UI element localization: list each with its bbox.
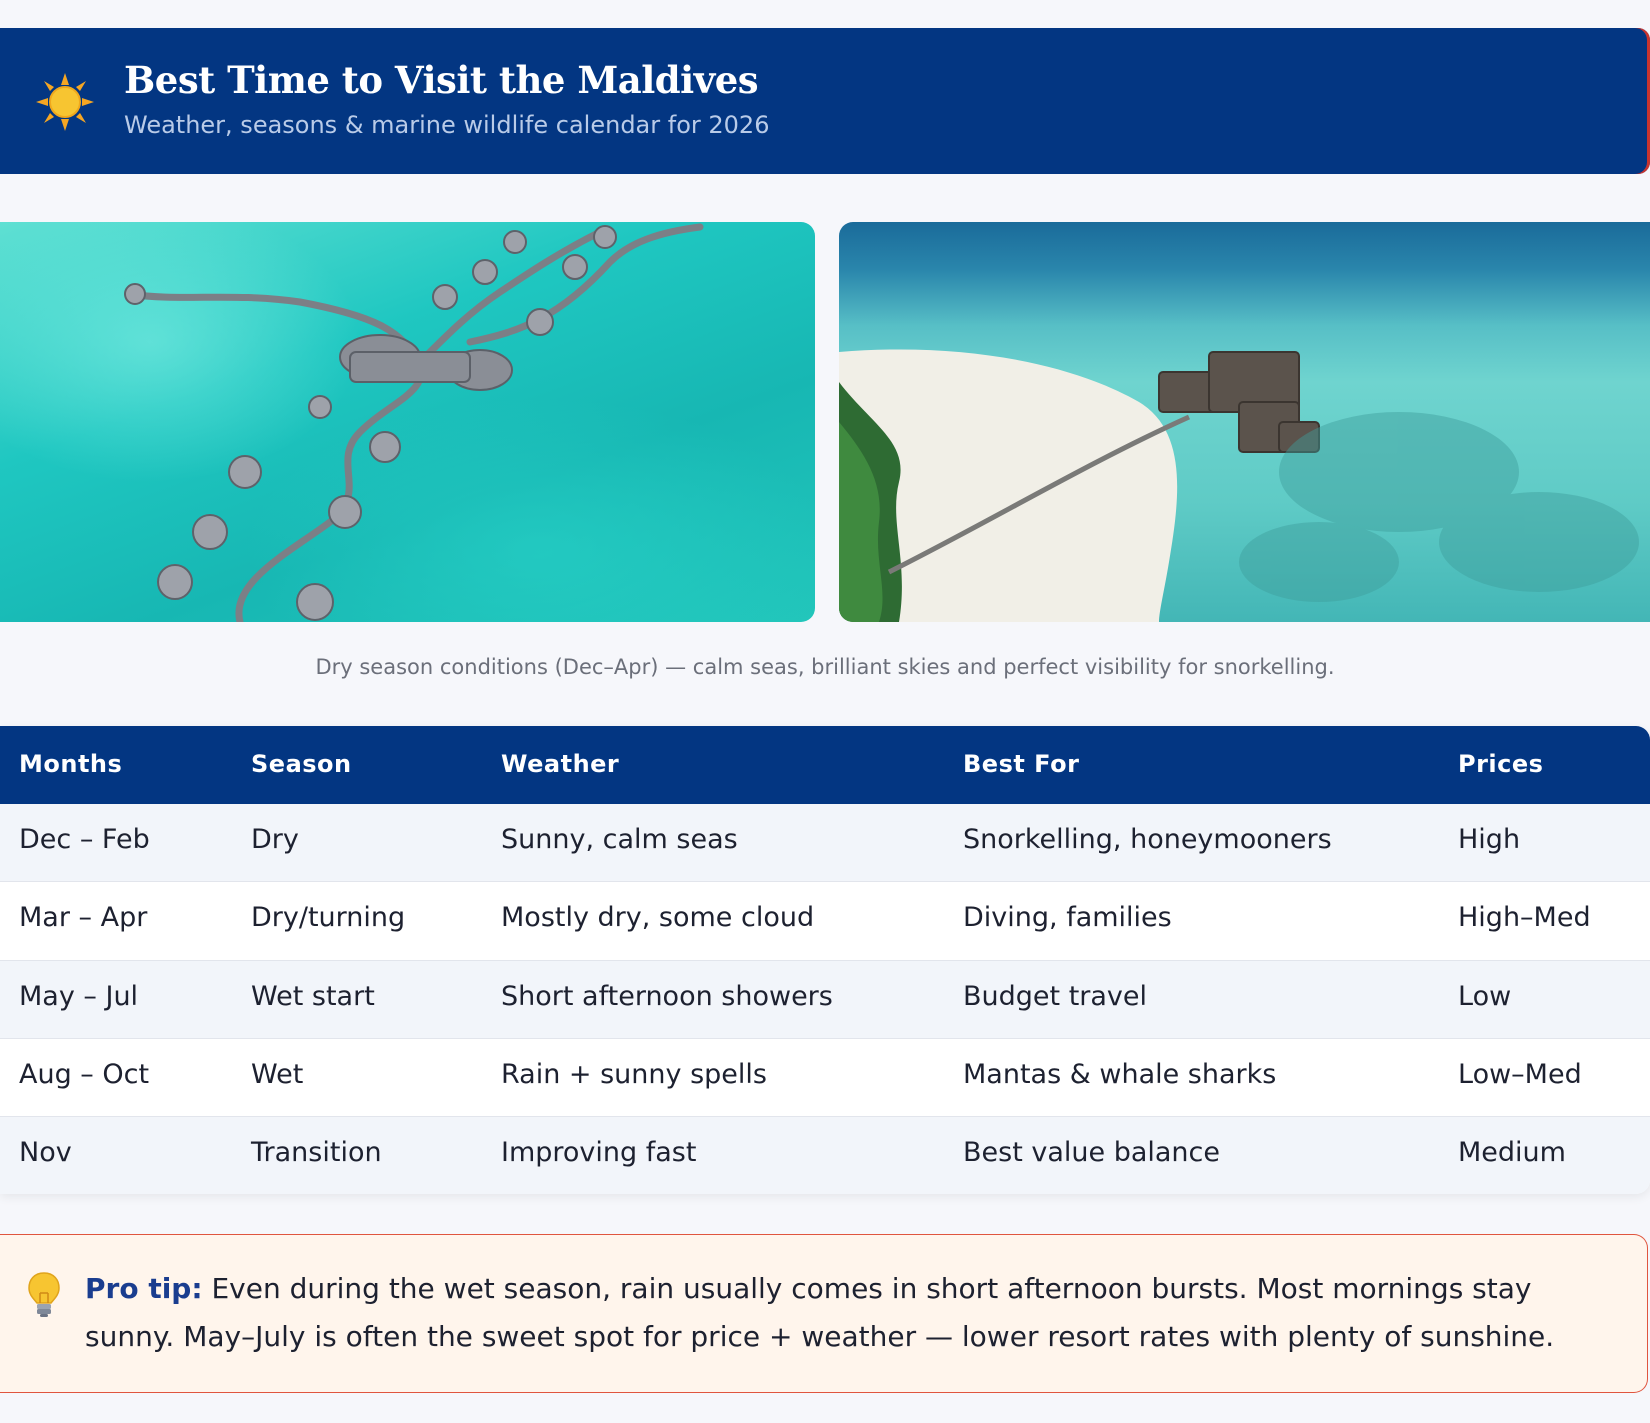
photo-island-resort [839,222,1650,622]
photo-overwater-villas [0,222,815,622]
cell-weather: Short afternoon showers [501,981,833,1012]
column-header-months: Months [19,750,123,778]
pro-tip-text: Pro tip: Even during the wet season, rai… [85,1265,1625,1361]
cell-months: Aug – Oct [19,1059,150,1090]
page-title: Best Time to Visit the Maldives [124,58,759,102]
cell-prices: Medium [1458,1137,1566,1168]
page: Best Time to Visit the Maldives Weather,… [0,0,1650,1423]
cell-best-for: Diving, families [963,902,1172,933]
cell-season: Wet [251,1059,304,1090]
header-banner: Best Time to Visit the Maldives Weather,… [0,28,1650,174]
cell-season: Transition [251,1137,382,1168]
cell-months: Nov [19,1137,72,1168]
table-row: Dec – Feb Dry Sunny, calm seas Snorkelli… [0,804,1650,881]
page-subtitle: Weather, seasons & marine wildlife calen… [124,111,770,139]
column-header-season: Season [251,750,352,778]
cell-best-for: Best value balance [963,1137,1221,1168]
column-header-weather: Weather [501,750,620,778]
cell-prices: High [1458,824,1521,855]
cell-season: Dry/turning [251,902,406,933]
cell-prices: High–Med [1458,902,1591,933]
cell-prices: Low–Med [1458,1059,1582,1090]
column-header-best-for: Best For [963,750,1080,778]
table-header: Months Season Weather Best For Prices [0,726,1650,804]
sun-icon [36,73,94,131]
column-header-prices: Prices [1458,750,1544,778]
cell-season: Wet start [251,981,375,1012]
pro-tip-body: Even during the wet season, rain usually… [85,1272,1555,1353]
lightbulb-icon [28,1272,60,1317]
seasons-table: Months Season Weather Best For Prices De… [0,726,1650,1194]
cell-months: May – Jul [19,981,139,1012]
table-row: Nov Transition Improving fast Best value… [0,1116,1650,1194]
cell-weather: Rain + sunny spells [501,1059,767,1090]
cell-best-for: Budget travel [963,981,1148,1012]
table-row: May – Jul Wet start Short afternoon show… [0,960,1650,1038]
pro-tip-box: Pro tip: Even during the wet season, rai… [0,1234,1648,1393]
table-row: Aug – Oct Wet Rain + sunny spells Mantas… [0,1038,1650,1116]
photo-caption: Dry season conditions (Dec–Apr) — calm s… [315,655,1335,679]
cell-months: Mar – Apr [19,902,148,933]
cell-best-for: Mantas & whale sharks [963,1059,1277,1090]
cell-weather: Improving fast [501,1137,697,1168]
cell-best-for: Snorkelling, honeymooners [963,824,1332,855]
cell-weather: Mostly dry, some cloud [501,902,815,933]
cell-season: Dry [251,824,299,855]
cell-prices: Low [1458,981,1512,1012]
cell-weather: Sunny, calm seas [501,824,738,855]
table-row: Mar – Apr Dry/turning Mostly dry, some c… [0,881,1650,960]
cell-months: Dec – Feb [19,824,150,855]
pro-tip-label: Pro tip: [85,1272,203,1305]
